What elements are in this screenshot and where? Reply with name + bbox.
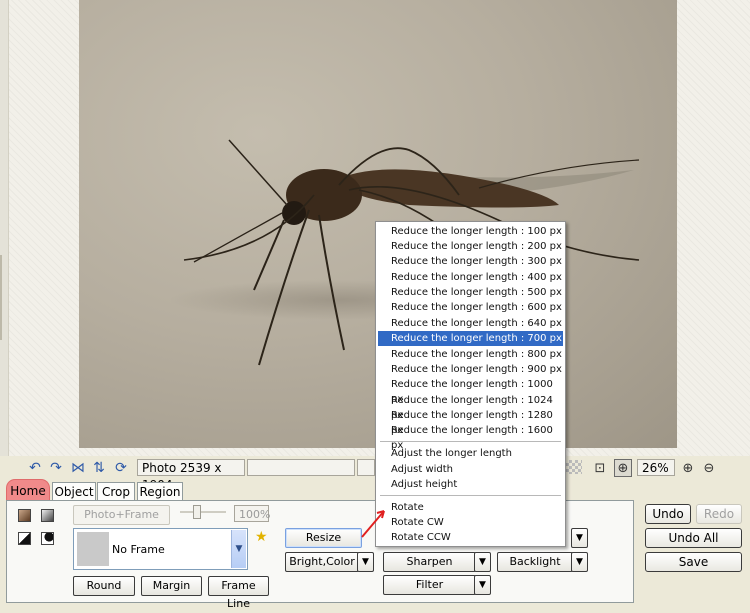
menu-item-adjust-width[interactable]: Adjust width bbox=[378, 462, 563, 477]
zoom-actual-icon[interactable]: ⊕ bbox=[614, 459, 632, 477]
menu-item-reduce-500[interactable]: Reduce the longer length : 500 px bbox=[378, 285, 563, 300]
chevron-down-icon[interactable]: ▼ bbox=[231, 530, 246, 568]
menu-item-reduce-300[interactable]: Reduce the longer length : 300 px bbox=[378, 254, 563, 269]
rotate-left-icon[interactable]: ↶ bbox=[26, 459, 44, 477]
star-icon[interactable]: ★ bbox=[255, 529, 268, 545]
menu-item-reduce-400[interactable]: Reduce the longer length : 400 px bbox=[378, 270, 563, 285]
filter-button[interactable]: Filter bbox=[383, 575, 476, 595]
status-field-2 bbox=[357, 459, 375, 476]
margin-button[interactable]: Margin bbox=[141, 576, 202, 596]
flip-horizontal-icon[interactable]: ⋈ bbox=[69, 459, 87, 477]
zoom-out-icon[interactable]: ⊖ bbox=[700, 459, 718, 477]
sharpen-button[interactable]: Sharpen bbox=[383, 552, 476, 572]
menu-item-reduce-600[interactable]: Reduce the longer length : 600 px bbox=[378, 300, 563, 315]
tab-region[interactable]: Region bbox=[137, 482, 183, 500]
frame-style-round-icon[interactable] bbox=[41, 532, 54, 545]
menu-item-reduce-700[interactable]: Reduce the longer length : 700 px bbox=[378, 331, 563, 346]
zoom-fit-icon[interactable]: ⊡ bbox=[591, 459, 609, 477]
adjust-dropdown[interactable]: ▼ bbox=[571, 528, 588, 548]
sharpen-dropdown[interactable]: ▼ bbox=[474, 552, 491, 572]
menu-item-reduce-100[interactable]: Reduce the longer length : 100 px bbox=[378, 224, 563, 239]
menu-item-reduce-800[interactable]: Reduce the longer length : 800 px bbox=[378, 347, 563, 362]
left-panel-edge bbox=[0, 0, 9, 456]
opacity-value: 100% bbox=[234, 505, 270, 522]
resize-menu: Reduce the longer length : 100 px Reduce… bbox=[375, 221, 566, 547]
frame-style-wood-icon[interactable] bbox=[18, 509, 31, 522]
status-field bbox=[247, 459, 355, 476]
menu-item-rotate[interactable]: Rotate bbox=[378, 500, 563, 515]
menu-item-reduce-1024[interactable]: Reduce the longer length : 1024 px bbox=[378, 393, 563, 421]
undo-button[interactable]: Undo bbox=[645, 504, 691, 524]
refresh-icon[interactable]: ⟳ bbox=[112, 459, 130, 477]
menu-item-reduce-1280[interactable]: Reduce the longer length : 1280 px bbox=[378, 408, 563, 436]
backlight-button[interactable]: Backlight bbox=[497, 552, 573, 572]
zoom-level: 26% bbox=[637, 459, 675, 476]
filter-dropdown[interactable]: ▼ bbox=[474, 575, 491, 595]
save-button[interactable]: Save bbox=[645, 552, 742, 572]
rotate-right-icon[interactable]: ↷ bbox=[47, 459, 65, 477]
menu-item-adjust-height[interactable]: Adjust height bbox=[378, 477, 563, 492]
menu-item-reduce-900[interactable]: Reduce the longer length : 900 px bbox=[378, 362, 563, 377]
menu-item-reduce-200[interactable]: Reduce the longer length : 200 px bbox=[378, 239, 563, 254]
round-button[interactable]: Round bbox=[73, 576, 135, 596]
backlight-dropdown[interactable]: ▼ bbox=[571, 552, 588, 572]
menu-item-reduce-640[interactable]: Reduce the longer length : 640 px bbox=[378, 316, 563, 331]
frame-select-value: No Frame bbox=[112, 543, 165, 556]
menu-item-adjust-longer[interactable]: Adjust the longer length bbox=[378, 446, 563, 461]
opacity-slider-track[interactable] bbox=[180, 511, 226, 513]
opacity-slider-thumb[interactable] bbox=[193, 505, 201, 519]
resize-button[interactable]: Resize bbox=[285, 528, 362, 548]
annotation-arrow-icon bbox=[361, 510, 385, 538]
frame-thumbnail bbox=[77, 532, 109, 566]
zoom-in-icon[interactable]: ⊕ bbox=[679, 459, 697, 477]
left-panel-splitter[interactable] bbox=[0, 255, 2, 340]
redo-button[interactable]: Redo bbox=[696, 504, 742, 524]
frame-select[interactable]: No Frame ▼ bbox=[73, 528, 248, 570]
photo-frame-button[interactable]: Photo+Frame bbox=[73, 505, 170, 525]
menu-item-reduce-1600[interactable]: Reduce the longer length : 1600 px bbox=[378, 423, 563, 451]
bright-color-button[interactable]: Bright,Color bbox=[285, 552, 359, 572]
menu-item-reduce-1000[interactable]: Reduce the longer length : 1000 px bbox=[378, 377, 563, 405]
tab-object[interactable]: Object bbox=[52, 482, 96, 500]
bright-color-dropdown[interactable]: ▼ bbox=[357, 552, 374, 572]
frame-style-gray-icon[interactable] bbox=[41, 509, 54, 522]
menu-separator bbox=[380, 495, 561, 496]
menu-item-rotate-cw[interactable]: Rotate CW bbox=[378, 515, 563, 530]
frame-line-button[interactable]: Frame Line bbox=[208, 576, 269, 610]
tab-crop[interactable]: Crop bbox=[97, 482, 135, 500]
menu-item-rotate-ccw[interactable]: Rotate CCW bbox=[378, 530, 563, 545]
tab-home[interactable]: Home bbox=[6, 479, 50, 501]
transparency-icon[interactable] bbox=[566, 460, 582, 474]
photo-dimensions: Photo 2539 x 1904 bbox=[137, 459, 245, 492]
menu-separator bbox=[380, 441, 561, 442]
undo-all-button[interactable]: Undo All bbox=[645, 528, 742, 548]
flip-vertical-icon[interactable]: ⇅ bbox=[90, 459, 108, 477]
frame-style-diagonal-icon[interactable] bbox=[18, 532, 31, 545]
